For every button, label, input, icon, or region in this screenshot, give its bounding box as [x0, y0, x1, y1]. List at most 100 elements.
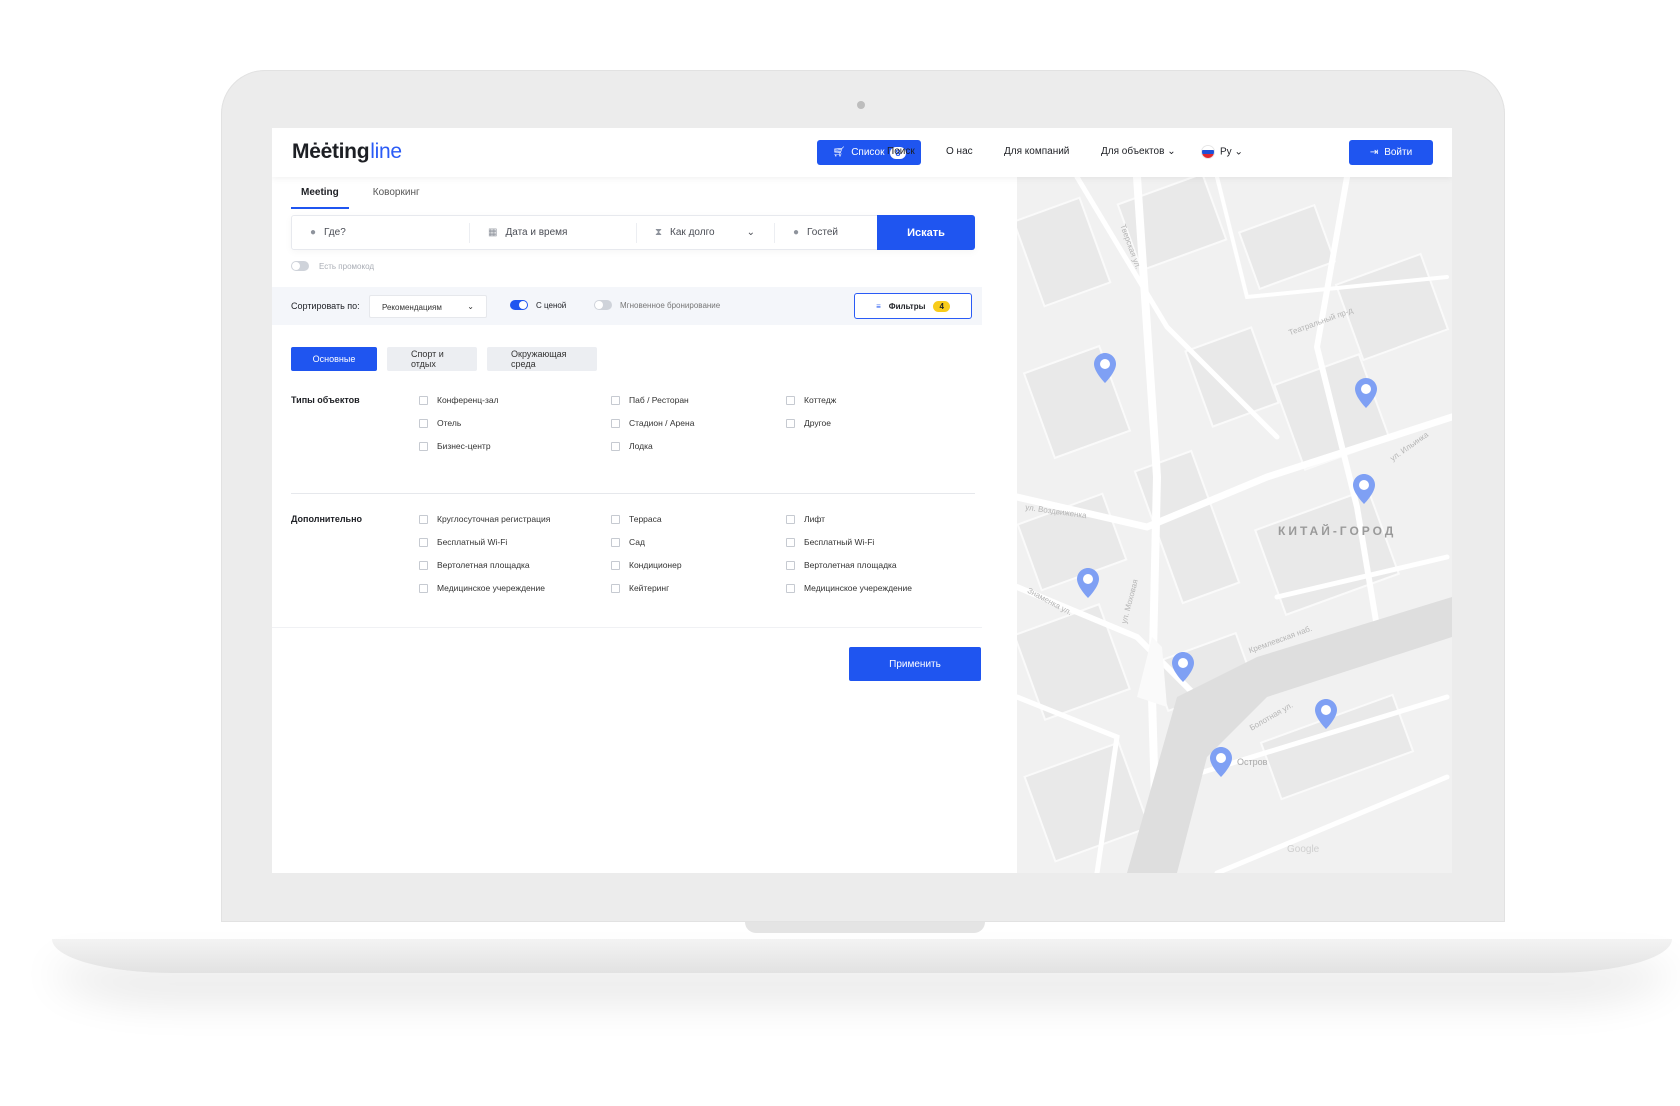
checkbox-box[interactable] [786, 583, 795, 593]
additional-title: Дополнительно [291, 514, 363, 524]
checkbox-label: Круглосуточная регистрация [437, 514, 551, 524]
divider [272, 627, 982, 628]
checkbox-cottage[interactable]: Коттедж [786, 395, 836, 405]
map[interactable]: КИТАЙ-ГОРОД Тверская ул. Театральный пр-… [1017, 177, 1452, 873]
laptop-base [52, 939, 1672, 973]
checkbox-pub-restaurant[interactable]: Паб / Ресторан [611, 395, 689, 405]
checkbox-free-wifi-2[interactable]: Бесплатный Wi-Fi [786, 537, 874, 547]
checkbox-terrace[interactable]: Терраса [611, 514, 662, 524]
apply-button[interactable]: Применить [849, 647, 981, 681]
checkbox-label: Отель [437, 418, 462, 428]
checkbox-stadium-arena[interactable]: Стадион / Арена [611, 418, 694, 428]
checkbox-box[interactable] [611, 514, 620, 524]
checkbox-box[interactable] [786, 537, 795, 547]
filter-tab-sport[interactable]: Спорт и отдых [387, 347, 477, 371]
promo-toggle-row: Есть промокод [291, 261, 374, 271]
checkbox-label: Кейтеринг [629, 583, 670, 593]
language-label: Ру [1220, 146, 1232, 158]
checkbox-air-conditioner[interactable]: Кондиционер [611, 560, 682, 570]
checkbox-label: Лифт [804, 514, 826, 524]
checkbox-label: Другое [804, 418, 832, 428]
checkbox-box[interactable] [786, 514, 795, 524]
tab-meeting[interactable]: Meeting [291, 187, 349, 209]
checkbox-conference-hall[interactable]: Конференц-зал [419, 395, 499, 405]
checkbox-catering[interactable]: Кейтеринг [611, 583, 669, 593]
language-select[interactable]: Ру ⌄ [1202, 146, 1243, 158]
filter-icon: ≡ [876, 301, 881, 311]
checkbox-box[interactable] [611, 418, 620, 428]
nav-venues[interactable]: Для объектов ⌄ [1101, 146, 1176, 157]
checkbox-helipad[interactable]: Вертолетная площадка [419, 560, 530, 570]
search-panel: Meeting Коворкинг ● Где? ▦ Дата и время ⧗ К… [272, 177, 1017, 873]
login-button[interactable]: ⇥ Войти [1349, 140, 1433, 165]
checkbox-box[interactable] [611, 395, 620, 405]
checkbox-box[interactable] [419, 560, 428, 570]
checkbox-box[interactable] [786, 418, 795, 428]
checkbox-label: Кондиционер [629, 560, 682, 570]
checkbox-box[interactable] [611, 441, 620, 451]
checkbox-free-wifi[interactable]: Бесплатный Wi-Fi [419, 537, 507, 547]
checkbox-medical-2[interactable]: Медицинское учереждение [786, 583, 912, 593]
guests-placeholder: Гостей [807, 227, 838, 238]
checkbox-label: Коттедж [804, 395, 837, 405]
map-pin-icon[interactable] [1353, 474, 1375, 504]
checkbox-box[interactable] [611, 537, 620, 547]
checkbox-box[interactable] [786, 560, 795, 570]
checkbox-box[interactable] [419, 514, 428, 524]
checkbox-label: Лодка [629, 441, 653, 451]
filters-label: Фильтры [888, 301, 926, 311]
sort-label: Сортировать по: [291, 301, 360, 311]
checkbox-box[interactable] [419, 418, 428, 428]
nav-about[interactable]: О нас [946, 146, 973, 157]
checkbox-elevator[interactable]: Лифт [786, 514, 825, 524]
map-pin-icon[interactable] [1172, 652, 1194, 682]
tab-coworking[interactable]: Коворкинг [363, 187, 430, 209]
nav-companies[interactable]: Для компаний [1004, 146, 1069, 157]
map-pin-icon[interactable] [1077, 568, 1099, 598]
checkbox-medical[interactable]: Медицинское учереждение [419, 583, 545, 593]
map-pin-icon[interactable] [1210, 747, 1232, 777]
datetime-field[interactable]: ▦ Дата и время [469, 222, 636, 243]
chevron-down-icon: ⌄ [1234, 146, 1243, 158]
logo[interactable]: Mėėtingline [292, 140, 402, 164]
instant-booking-toggle[interactable] [594, 300, 612, 310]
checkbox-24h-registration[interactable]: Круглосуточная регистрация [419, 514, 550, 524]
map-pin-icon[interactable] [1355, 378, 1377, 408]
checkbox-helipad-2[interactable]: Вертолетная площадка [786, 560, 897, 570]
checkbox-other[interactable]: Другое [786, 418, 831, 428]
checkbox-box[interactable] [611, 560, 620, 570]
laptop-notch [745, 922, 985, 933]
filter-tab-environment[interactable]: Окружающая среда [487, 347, 597, 371]
checkbox-boat[interactable]: Лодка [611, 441, 653, 451]
checkbox-box[interactable] [786, 395, 795, 405]
checkbox-garden[interactable]: Сад [611, 537, 645, 547]
logo-main: Mėėting [292, 140, 370, 163]
duration-placeholder: Как долго [670, 227, 715, 238]
duration-select[interactable]: ⧗ Как долго ⌄ [636, 222, 774, 243]
promo-toggle[interactable] [291, 261, 309, 271]
checkbox-box[interactable] [419, 537, 428, 547]
map-pin-icon[interactable] [1315, 699, 1337, 729]
where-field[interactable]: ● Где? [292, 223, 469, 243]
checkbox-box[interactable] [419, 441, 428, 451]
search-button[interactable]: Искать [877, 215, 975, 250]
checkbox-box[interactable] [419, 395, 428, 405]
cart-icon: 🛒︎ [832, 147, 846, 158]
logo-sub: line [370, 140, 402, 163]
with-price-toggle[interactable] [510, 300, 528, 310]
guests-field[interactable]: ● Гостей [774, 222, 874, 243]
checkbox-business-center[interactable]: Бизнес-центр [419, 441, 491, 451]
nav-venues-label: Для объектов [1101, 146, 1165, 157]
checkbox-box[interactable] [419, 583, 428, 593]
mockup-stage: Mėėtingline 🛒︎ Список 8 Поиск О нас Для … [0, 0, 1680, 1106]
filter-tab-main[interactable]: Основные [291, 347, 377, 371]
filters-button[interactable]: ≡ Фильтры 4 [854, 293, 972, 319]
checkbox-hotel[interactable]: Отель [419, 418, 461, 428]
map-pin-icon[interactable] [1094, 353, 1116, 383]
location-pin-icon: ● [310, 227, 317, 238]
hourglass-icon: ⧗ [655, 227, 663, 238]
sort-value: Рекомендациям [382, 303, 442, 312]
sort-select[interactable]: Рекомендациям ⌄ [369, 295, 487, 318]
nav-search[interactable]: Поиск [887, 146, 915, 157]
checkbox-box[interactable] [611, 583, 620, 593]
